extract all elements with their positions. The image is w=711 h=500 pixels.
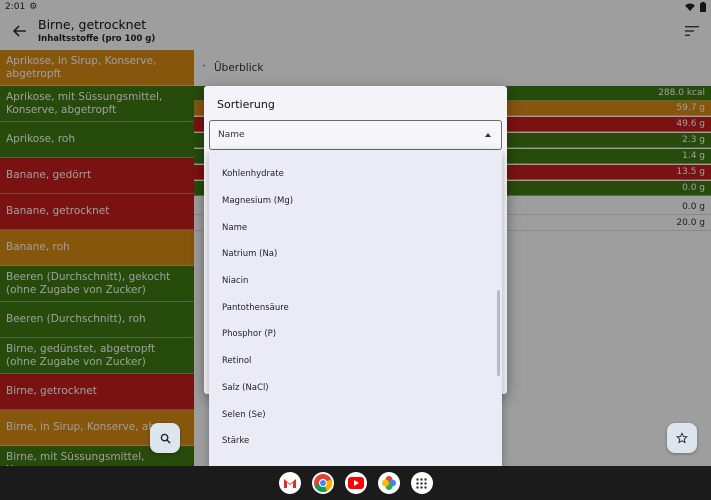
photos-icon [381, 476, 396, 490]
menu-scrollbar[interactable] [497, 290, 500, 376]
chrome-icon [313, 474, 332, 492]
sort-option[interactable]: Kohlenhydrate [209, 161, 502, 188]
favorite-button[interactable] [667, 423, 697, 453]
gmail-app[interactable] [278, 472, 301, 494]
sort-option[interactable]: Phosphor (P) [209, 321, 502, 348]
gmail-icon [283, 478, 296, 488]
sort-select[interactable]: Name [209, 120, 502, 150]
sort-option[interactable]: Magnesium (Mg) [209, 188, 502, 215]
taskbar [0, 466, 711, 500]
sort-options-menu[interactable]: Kohlenhydrate Magnesium (Mg) Name Natrium (… [209, 150, 502, 466]
dialog-title: Sortierung [217, 98, 275, 111]
sort-option[interactable]: Name [209, 214, 502, 241]
sort-select-value: Name [218, 130, 245, 140]
star-icon [676, 432, 688, 444]
sort-option[interactable]: Niacin [209, 268, 502, 295]
search-icon [160, 433, 171, 444]
app-drawer-icon [416, 477, 427, 489]
photos-app[interactable] [377, 472, 400, 494]
search-button[interactable] [150, 423, 180, 453]
sort-option[interactable]: Selen (Se) [209, 401, 502, 428]
chrome-app[interactable] [311, 472, 334, 494]
sort-option[interactable]: Retinol [209, 348, 502, 375]
caret-up-icon [485, 133, 491, 137]
sort-option[interactable]: Natrium (Na) [209, 241, 502, 268]
app-drawer[interactable] [410, 472, 433, 494]
youtube-icon [347, 477, 364, 489]
youtube-app[interactable] [344, 472, 367, 494]
sort-option[interactable]: Pantothensäure [209, 294, 502, 321]
sort-option[interactable]: Salz (NaCl) [209, 375, 502, 402]
sort-option[interactable]: Stärke [209, 428, 502, 455]
